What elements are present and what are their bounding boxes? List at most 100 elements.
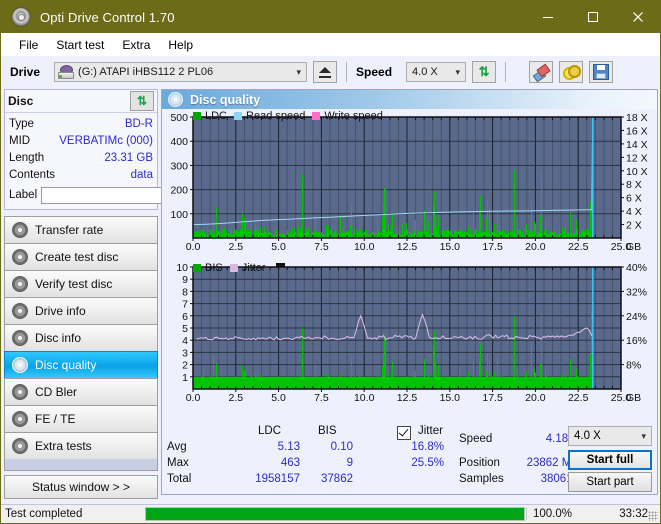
disc-row-value: 23.31 GB [104, 151, 153, 164]
chevron-down-icon: ▾ [296, 66, 302, 77]
sidebar-item-label: Disc quality [35, 358, 97, 372]
erase-button[interactable] [529, 61, 554, 83]
menu-help[interactable]: Help [159, 36, 202, 54]
svg-text:0.0: 0.0 [186, 241, 201, 253]
svg-text:500: 500 [170, 112, 188, 124]
legend-swatch-bis [193, 264, 201, 272]
main-header: Disc quality [162, 90, 657, 109]
minimize-icon[interactable] [525, 1, 570, 33]
legend-label-bis: BIS [205, 262, 223, 274]
legend-label-write-speed: Write speed [324, 110, 383, 122]
sidebar-item-label: Create test disc [35, 250, 119, 264]
speed-label: Speed [356, 65, 393, 79]
menu-start-test[interactable]: Start test [47, 36, 113, 54]
stats-max-bis: 9 [346, 457, 353, 469]
menu-file[interactable]: File [10, 36, 47, 54]
disc-row-key: Length [9, 151, 45, 164]
title-bar: Opti Drive Control 1.70 [1, 1, 660, 33]
status-window-button[interactable]: Status window > > [4, 475, 158, 499]
legend-label-jitter: Jitter [241, 262, 266, 274]
disc-row-type: Type BD-R [9, 115, 153, 132]
disc-row-key: Type [9, 117, 34, 130]
speed-select-value: 4.0 X [412, 66, 438, 78]
svg-text:15.0: 15.0 [440, 241, 461, 253]
refresh-button[interactable]: ⇅ [472, 61, 497, 83]
window-controls [525, 1, 660, 33]
sidebar-item-fe-te[interactable]: FE / TE [4, 405, 158, 432]
sidebar-item-transfer-rate[interactable]: Transfer rate [4, 216, 158, 243]
menu-extra[interactable]: Extra [113, 36, 159, 54]
sidebar-filler [4, 459, 158, 471]
sidebar-item-extra-tests[interactable]: Extra tests [4, 432, 158, 459]
stats-max-jitter: 25.5% [411, 457, 444, 469]
chart-top-legend: LDC Read speed Write speed [193, 110, 383, 122]
status-bar: Test completed 100.0% 33:32 [1, 504, 660, 523]
svg-text:4 X: 4 X [626, 206, 642, 218]
maximize-icon[interactable] [570, 1, 615, 33]
svg-text:17.5: 17.5 [482, 241, 503, 253]
legend-label-read-speed: Read speed [246, 110, 306, 122]
drive-select[interactable]: (G:) ATAPI iHBS112 2 PL06 ▾ [54, 62, 308, 82]
svg-text:GB: GB [626, 241, 641, 253]
sidebar-item-label: CD Bler [35, 385, 78, 399]
disc-icon [12, 249, 28, 265]
refresh-icon: ⇅ [136, 93, 148, 108]
sidebar-item-create-test-disc[interactable]: Create test disc [4, 243, 158, 270]
sidebar-item-disc-info[interactable]: Disc info [4, 324, 158, 351]
svg-text:7: 7 [182, 299, 188, 311]
sidebar-item-verify-test-disc[interactable]: Verify test disc [4, 270, 158, 297]
save-button[interactable] [589, 61, 614, 83]
svg-text:7.5: 7.5 [314, 392, 329, 404]
eraser-icon [532, 63, 551, 83]
page-title: Disc quality [190, 92, 261, 107]
sidebar-item-drive-info[interactable]: Drive info [4, 297, 158, 324]
status-message: Test completed [5, 508, 83, 520]
disc-row-value: VERBATIMc (000) [59, 134, 153, 147]
close-icon[interactable] [615, 1, 660, 33]
svg-text:20.0: 20.0 [525, 392, 546, 404]
disc-icon [12, 276, 28, 292]
sidebar-item-label: Extra tests [35, 439, 92, 453]
jitter-checkbox[interactable] [397, 426, 411, 440]
toolbar-divider-2 [505, 62, 507, 82]
disc-row-mid: MID VERBATIMc (000) [9, 132, 153, 149]
disc-label-key: Label [9, 189, 38, 201]
svg-text:4: 4 [182, 335, 188, 347]
sidebar-item-disc-quality[interactable]: Disc quality [4, 351, 158, 378]
bis-jitter-chart: 12345678910 8% 16% 24% 32% 40% 0.0 2.5 5.0 7.5 10.… [176, 262, 647, 404]
eject-button[interactable] [313, 61, 338, 83]
keys-button[interactable] [559, 61, 584, 83]
disc-row-key: Contents [9, 168, 56, 181]
stats-avg-ldc: 5.13 [277, 441, 300, 453]
stats-row-max-label: Max [167, 457, 189, 469]
stats-row-total-label: Total [167, 473, 192, 485]
disc-icon [12, 411, 28, 427]
progress-percent: 100.0% [526, 508, 588, 520]
disc-label-row: Label [9, 184, 246, 206]
sidebar-nav: Transfer rate Create test disc Verify te… [4, 216, 158, 471]
chart-bottom-legend: BIS Jitter [193, 262, 285, 274]
stats-speed-label: Speed [459, 433, 493, 445]
disc-icon [12, 222, 28, 238]
stats-avg-jitter: 16.8% [411, 441, 444, 453]
stats-col-ldc: LDC [258, 425, 282, 437]
sidebar-item-cd-bler[interactable]: CD Bler [4, 378, 158, 405]
disc-refresh-button[interactable]: ⇅ [130, 91, 154, 111]
stats-position-label: Position [459, 457, 500, 469]
disc-panel-title: Disc [8, 94, 34, 108]
main-panel: Disc quality LDC Read speed Write speed … [161, 89, 658, 495]
resize-grip[interactable] [648, 511, 658, 521]
start-full-button[interactable]: Start full [568, 450, 652, 470]
start-part-button[interactable]: Start part [568, 472, 652, 492]
speed-select[interactable]: 4.0 X ▾ [406, 62, 467, 82]
stats-total-bis: 37862 [321, 473, 353, 485]
sidebar-item-label: Drive info [35, 304, 86, 318]
disc-row-value: BD-R [124, 117, 153, 130]
svg-text:10.0: 10.0 [354, 392, 375, 404]
svg-text:14 X: 14 X [626, 139, 648, 151]
svg-text:18 X: 18 X [626, 112, 648, 124]
disc-icon [12, 438, 28, 454]
svg-text:12 X: 12 X [626, 152, 648, 164]
test-speed-select[interactable]: 4.0 X ▾ [568, 426, 652, 446]
legend-swatch-write-speed [312, 112, 321, 120]
